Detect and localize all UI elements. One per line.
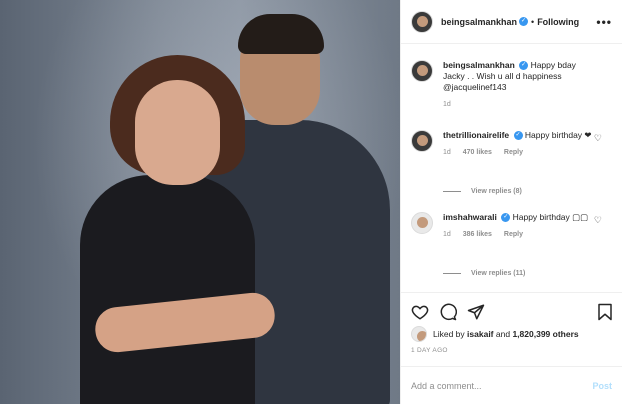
comment-item: imshahwarali ✓ Happy birthday ▢▢ 1d 386 … (411, 212, 616, 240)
comment-likes-count[interactable]: 386 likes (463, 231, 492, 238)
comment-time[interactable]: 1d (443, 149, 451, 156)
caption-body: beingsalmankhan ✓ Happy bday Jacky . . W… (443, 60, 598, 110)
photo-figure-woman (80, 175, 255, 404)
add-comment-bar: Post (401, 366, 622, 404)
view-replies-line (443, 190, 461, 192)
comment-heart-icon[interactable]: ♡ (594, 133, 602, 144)
verified-badge-icon: ✓ (519, 61, 529, 71)
photo-figure-man-hair (238, 14, 324, 54)
avatar[interactable] (411, 326, 427, 342)
comment-input[interactable] (411, 380, 581, 391)
view-replies-label[interactable]: View replies (11) (471, 270, 525, 277)
separator-dot: • (531, 16, 535, 27)
likes-summary: Liked by isakaif and 1,820,399 others (411, 326, 579, 342)
comment-text: Happy birthday ▢▢ (512, 212, 589, 222)
reply-button[interactable]: Reply (504, 149, 523, 156)
verified-badge-icon: ✓ (519, 17, 529, 26)
photo-figure-woman-head (135, 80, 220, 185)
comments-list[interactable]: beingsalmankhan ✓ Happy bday Jacky . . W… (401, 52, 622, 292)
comment-body: imshahwarali ✓ Happy birthday ▢▢ 1d 386 … (443, 212, 598, 240)
more-options-icon[interactable]: ••• (596, 15, 612, 29)
post-timestamp[interactable]: 1 DAY AGO (411, 347, 448, 354)
share-icon[interactable] (467, 303, 485, 321)
post-side-panel: beingsalmankhan ✓ • Following ••• beings… (401, 0, 622, 404)
post-photo[interactable] (0, 0, 400, 404)
view-replies-label[interactable]: View replies (8) (471, 188, 522, 195)
liked-by-user[interactable]: isakaif (467, 329, 493, 339)
avatar[interactable] (411, 212, 433, 234)
likes-count[interactable]: 1,820,399 others (512, 329, 578, 339)
comment-meta: 1d 470 likes Reply (443, 147, 598, 158)
avatar[interactable] (411, 60, 433, 82)
avatar[interactable] (411, 10, 433, 33)
caption-time[interactable]: 1d (443, 101, 451, 108)
view-replies-button[interactable]: View replies (11) (443, 270, 525, 277)
heart-icon[interactable] (411, 303, 429, 321)
verified-badge-icon: ✓ (501, 213, 511, 223)
view-replies-button[interactable]: View replies (8) (443, 188, 522, 195)
action-bar (411, 303, 613, 323)
avatar[interactable] (411, 130, 433, 152)
comment-meta: 1d 386 likes Reply (443, 229, 598, 240)
post-button[interactable]: Post (592, 381, 612, 391)
view-replies-line (443, 272, 461, 274)
comment-username[interactable]: imshahwarali (443, 212, 497, 222)
reply-button[interactable]: Reply (504, 231, 523, 238)
caption: beingsalmankhan ✓ Happy bday Jacky . . W… (411, 60, 616, 110)
caption-username[interactable]: beingsalmankhan (443, 60, 515, 70)
comment-heart-icon[interactable]: ♡ (594, 215, 602, 226)
comment-likes-count[interactable]: 470 likes (463, 149, 492, 156)
post-header: beingsalmankhan ✓ • Following ••• (401, 0, 622, 44)
comment-item: thetrillionairelife ✓ Happy birthday ❤ 1… (411, 130, 616, 158)
caption-meta: 1d (443, 99, 598, 110)
verified-badge-icon: ✓ (513, 131, 523, 141)
comment-icon[interactable] (439, 303, 457, 321)
comment-text: Happy birthday ❤ (524, 130, 592, 140)
comment-time[interactable]: 1d (443, 231, 451, 238)
post-actions: Liked by isakaif and 1,820,399 others 1 … (401, 292, 622, 372)
likes-prefix: Liked by (433, 329, 465, 339)
comment-username[interactable]: thetrillionairelife (443, 130, 509, 140)
header-username[interactable]: beingsalmankhan (441, 17, 517, 27)
following-button[interactable]: Following (537, 17, 579, 27)
comment-body: thetrillionairelife ✓ Happy birthday ❤ 1… (443, 130, 598, 158)
likes-middle: and (495, 329, 511, 339)
bookmark-icon[interactable] (597, 303, 613, 321)
